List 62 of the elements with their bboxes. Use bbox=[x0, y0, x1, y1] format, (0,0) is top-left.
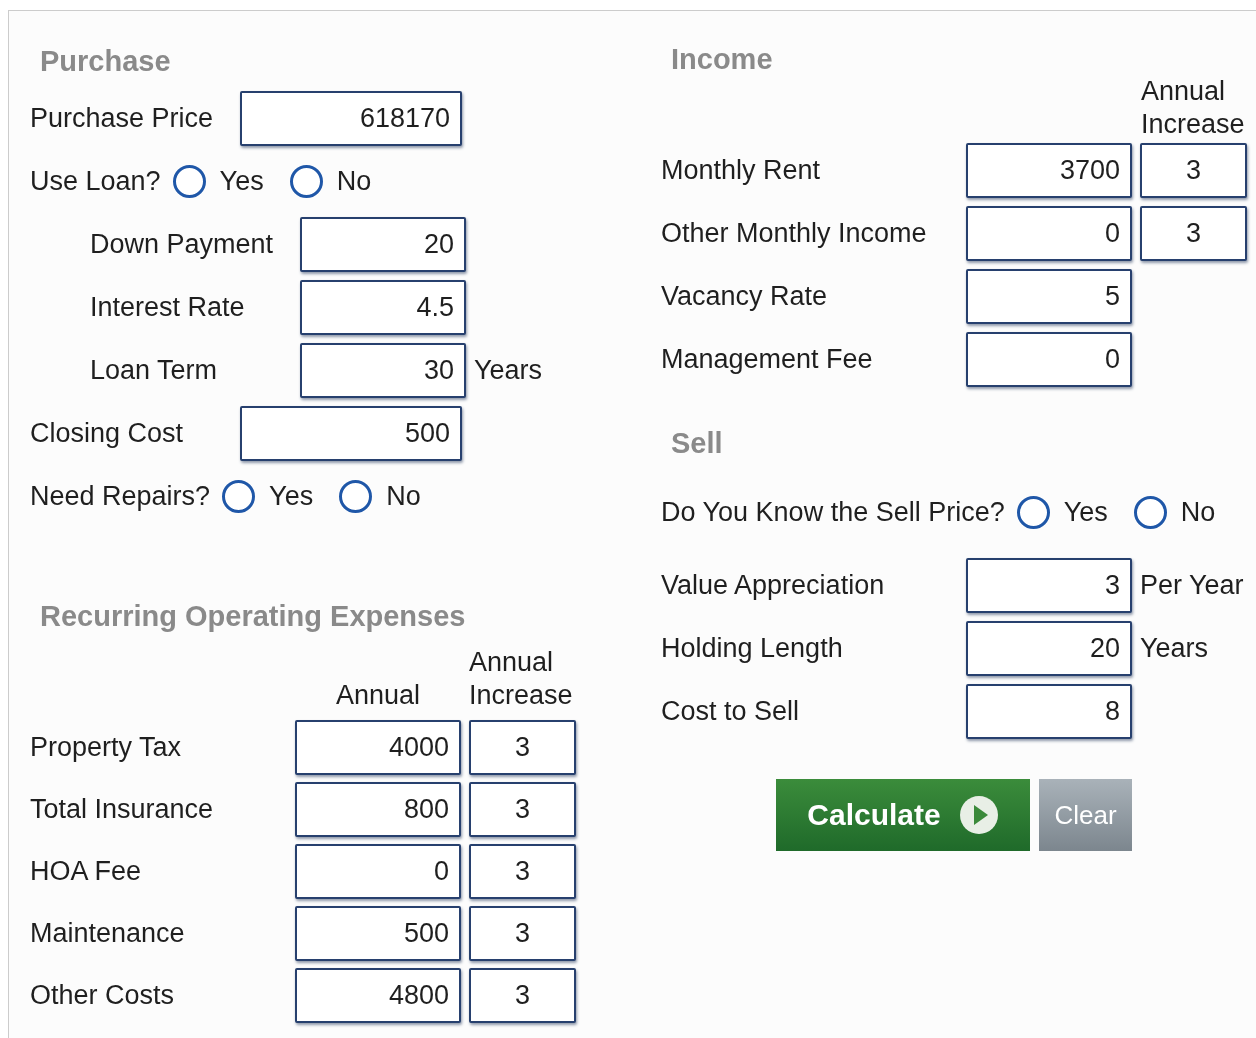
field-label: Vacancy Rate bbox=[661, 281, 829, 312]
input-field[interactable]: 500 bbox=[295, 906, 461, 961]
input-field[interactable]: 3 bbox=[469, 782, 576, 837]
field-label: Purchase Price bbox=[30, 103, 215, 134]
field-label: Other Monthly Income bbox=[661, 218, 928, 249]
section-heading: Recurring Operating Expenses bbox=[40, 600, 467, 632]
radio-option[interactable]: No bbox=[339, 480, 421, 513]
field-label: Management Fee bbox=[661, 344, 874, 375]
field-label: Interest Rate bbox=[90, 292, 246, 323]
input-field[interactable]: 20 bbox=[300, 217, 466, 272]
field-label: Use Loan? bbox=[30, 166, 161, 197]
field-label: Property Tax bbox=[30, 732, 183, 763]
field-label: Down Payment bbox=[90, 229, 275, 260]
input-field[interactable]: 0 bbox=[295, 844, 461, 899]
input-field[interactable]: 3700 bbox=[966, 143, 1132, 198]
input-field[interactable]: 3 bbox=[469, 844, 576, 899]
section-heading: Income bbox=[671, 43, 774, 75]
input-field[interactable]: 0 bbox=[966, 206, 1132, 261]
radio-option[interactable]: Yes bbox=[172, 165, 264, 198]
input-field[interactable]: 3 bbox=[469, 906, 576, 961]
field-label: Value Appreciation bbox=[661, 570, 886, 601]
field-label: Maintenance bbox=[30, 918, 186, 949]
play-icon bbox=[958, 795, 999, 835]
input-field[interactable]: 0 bbox=[966, 332, 1132, 387]
input-field[interactable]: 8 bbox=[966, 684, 1132, 739]
section-heading: Purchase bbox=[40, 45, 172, 77]
input-field[interactable]: 3 bbox=[966, 558, 1132, 613]
input-field[interactable]: 3 bbox=[1140, 143, 1247, 198]
field-label: Other Costs bbox=[30, 980, 176, 1011]
unit-label: Per Year bbox=[1140, 570, 1244, 601]
input-field[interactable]: 800 bbox=[295, 782, 461, 837]
radio-option[interactable]: No bbox=[289, 165, 372, 198]
field-label: HOA Fee bbox=[30, 856, 143, 887]
unit-label: Years bbox=[1140, 633, 1209, 664]
radio-option[interactable]: Yes bbox=[1016, 496, 1108, 529]
unit-label: Years bbox=[474, 355, 543, 386]
section-heading: Sell bbox=[671, 427, 724, 459]
input-field[interactable]: 3 bbox=[1140, 206, 1247, 261]
radio-option[interactable]: Yes bbox=[222, 480, 314, 513]
input-field[interactable]: 20 bbox=[966, 621, 1132, 676]
radio-option[interactable]: No bbox=[1133, 496, 1216, 529]
field-label: Holding Length bbox=[661, 633, 844, 664]
column-heading: Annual Increase bbox=[469, 646, 574, 712]
input-field[interactable]: 4800 bbox=[295, 968, 461, 1023]
field-label: Cost to Sell bbox=[661, 696, 801, 727]
input-field[interactable]: 4.5 bbox=[300, 280, 466, 335]
column-heading: Annual Increase bbox=[1141, 75, 1246, 141]
input-field[interactable]: 5 bbox=[966, 269, 1132, 324]
field-label: Do You Know the Sell Price? bbox=[661, 497, 1005, 528]
calculate-button[interactable]: Calculate bbox=[776, 779, 1030, 851]
column-heading: Annual bbox=[334, 679, 422, 712]
input-field[interactable]: 3 bbox=[469, 968, 576, 1023]
input-field[interactable]: 3 bbox=[469, 720, 576, 775]
input-field[interactable]: 500 bbox=[240, 406, 462, 461]
input-field[interactable]: 4000 bbox=[295, 720, 461, 775]
field-label: Need Repairs? bbox=[30, 481, 211, 512]
field-label: Loan Term bbox=[90, 355, 219, 386]
input-field[interactable]: 618170 bbox=[240, 91, 462, 146]
field-label: Total Insurance bbox=[30, 794, 215, 825]
field-label: Monthly Rent bbox=[661, 155, 822, 186]
input-field[interactable]: 30 bbox=[300, 343, 466, 398]
field-label: Closing Cost bbox=[30, 418, 185, 449]
